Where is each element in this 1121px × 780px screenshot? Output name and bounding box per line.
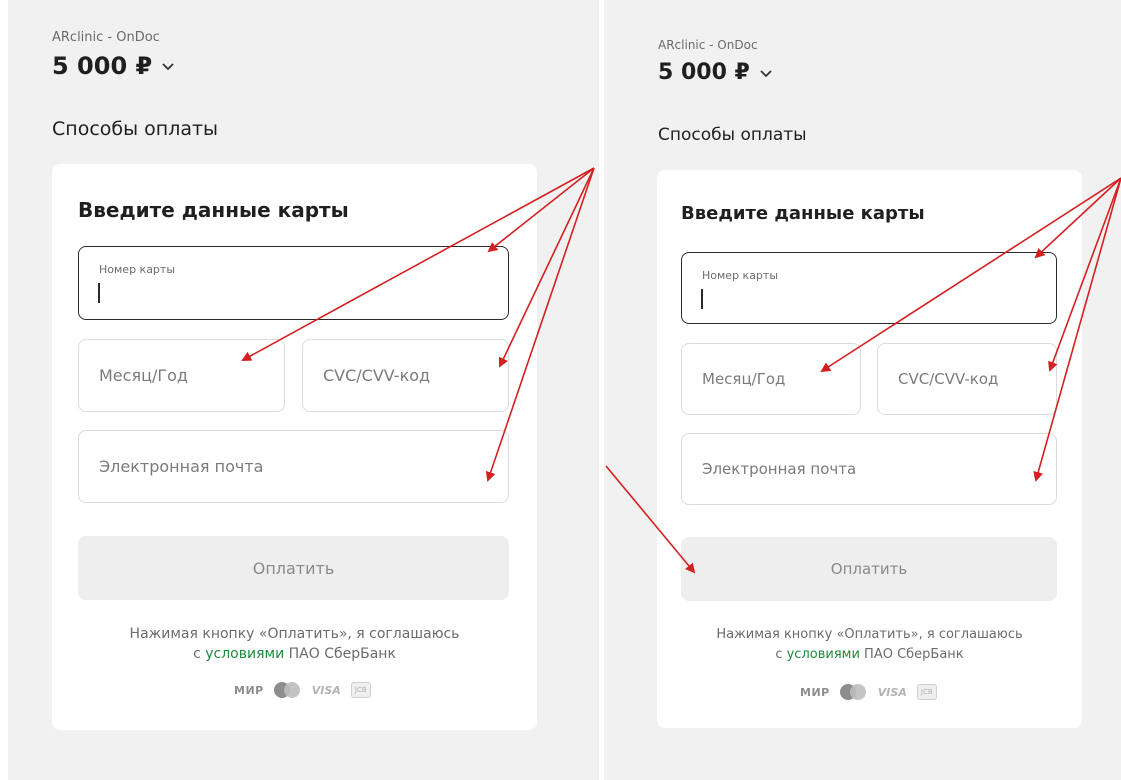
amount-selector[interactable]: 5 000 ₽ — [52, 52, 176, 80]
terms-prefix: с — [775, 647, 787, 662]
pay-button[interactable]: Оплатить — [78, 536, 509, 600]
merchant-name: ARclinic - OnDoc — [52, 30, 160, 45]
expiry-field[interactable]: Месяц/Год — [681, 343, 861, 415]
payment-methods-title: Способы оплаты — [52, 118, 219, 140]
terms-link[interactable]: условиями — [205, 646, 284, 662]
card-number-label: Номер карты — [99, 263, 176, 276]
payment-panel-left: ARclinic - OnDoc 5 000 ₽ Способы оплаты … — [8, 0, 599, 780]
mir-logo: МИР — [800, 685, 830, 699]
pay-button[interactable]: Оплатить — [681, 537, 1057, 601]
jcb-logo: JCB — [350, 682, 371, 698]
email-field[interactable]: Электронная почта — [78, 430, 509, 503]
payment-methods-title: Способы оплаты — [658, 125, 807, 145]
terms-line-2: с условиями ПАО СберБанк — [657, 645, 1082, 665]
terms-prefix: с — [193, 646, 206, 662]
email-field[interactable]: Электронная почта — [681, 433, 1057, 505]
payment-system-logos: МИР VISA JCB — [800, 684, 937, 700]
payment-system-logos: МИР VISA JCB — [234, 682, 371, 698]
terms-line-1: Нажимая кнопку «Оплатить», я соглашаюсь — [716, 627, 1023, 642]
expiry-placeholder: Месяц/Год — [702, 370, 786, 388]
card-form: Введите данные карты Номер карты Месяц/Г… — [657, 170, 1082, 728]
amount: 5 000 ₽ — [52, 52, 153, 80]
card-number-field[interactable]: Номер карты — [681, 252, 1057, 324]
text-cursor — [98, 283, 100, 303]
visa-logo: VISA — [877, 685, 907, 699]
card-number-field[interactable]: Номер карты — [78, 246, 509, 320]
payment-panel-right: ARclinic - OnDoc 5 000 ₽ Способы оплаты … — [604, 0, 1121, 780]
amount-selector[interactable]: 5 000 ₽ — [658, 60, 774, 85]
chevron-down-icon — [162, 63, 174, 71]
visa-logo: VISA — [311, 683, 341, 697]
email-placeholder: Электронная почта — [99, 457, 264, 476]
expiry-placeholder: Месяц/Год — [99, 366, 188, 385]
card-number-label: Номер карты — [702, 269, 779, 282]
terms-link[interactable]: условиями — [787, 647, 860, 662]
expiry-field[interactable]: Месяц/Год — [78, 339, 285, 412]
card-form-title: Введите данные карты — [681, 203, 925, 224]
terms-line-2: с условиями ПАО СберБанк — [52, 644, 537, 664]
terms-text: Нажимая кнопку «Оплатить», я соглашаюсь … — [52, 624, 537, 664]
terms-suffix: ПАО СберБанк — [284, 646, 396, 662]
cvc-placeholder: CVC/CVV-код — [323, 366, 431, 385]
merchant-name: ARclinic - OnDoc — [658, 38, 758, 52]
mastercard-icon — [839, 684, 868, 700]
text-cursor — [701, 289, 703, 309]
mir-logo: МИР — [234, 683, 264, 697]
email-placeholder: Электронная почта — [702, 460, 857, 478]
cvc-field[interactable]: CVC/CVV-код — [877, 343, 1057, 415]
terms-text: Нажимая кнопку «Оплатить», я соглашаюсь … — [657, 625, 1082, 665]
card-form-title: Введите данные карты — [78, 198, 349, 222]
card-form: Введите данные карты Номер карты Месяц/Г… — [52, 164, 537, 730]
terms-line-1: Нажимая кнопку «Оплатить», я соглашаюсь — [129, 626, 460, 642]
chevron-down-icon — [760, 69, 772, 77]
cvc-placeholder: CVC/CVV-код — [898, 370, 999, 388]
mastercard-icon — [273, 682, 302, 698]
cvc-field[interactable]: CVC/CVV-код — [302, 339, 509, 412]
jcb-logo: JCB — [916, 684, 937, 700]
amount: 5 000 ₽ — [658, 60, 750, 85]
terms-suffix: ПАО СберБанк — [859, 647, 964, 662]
